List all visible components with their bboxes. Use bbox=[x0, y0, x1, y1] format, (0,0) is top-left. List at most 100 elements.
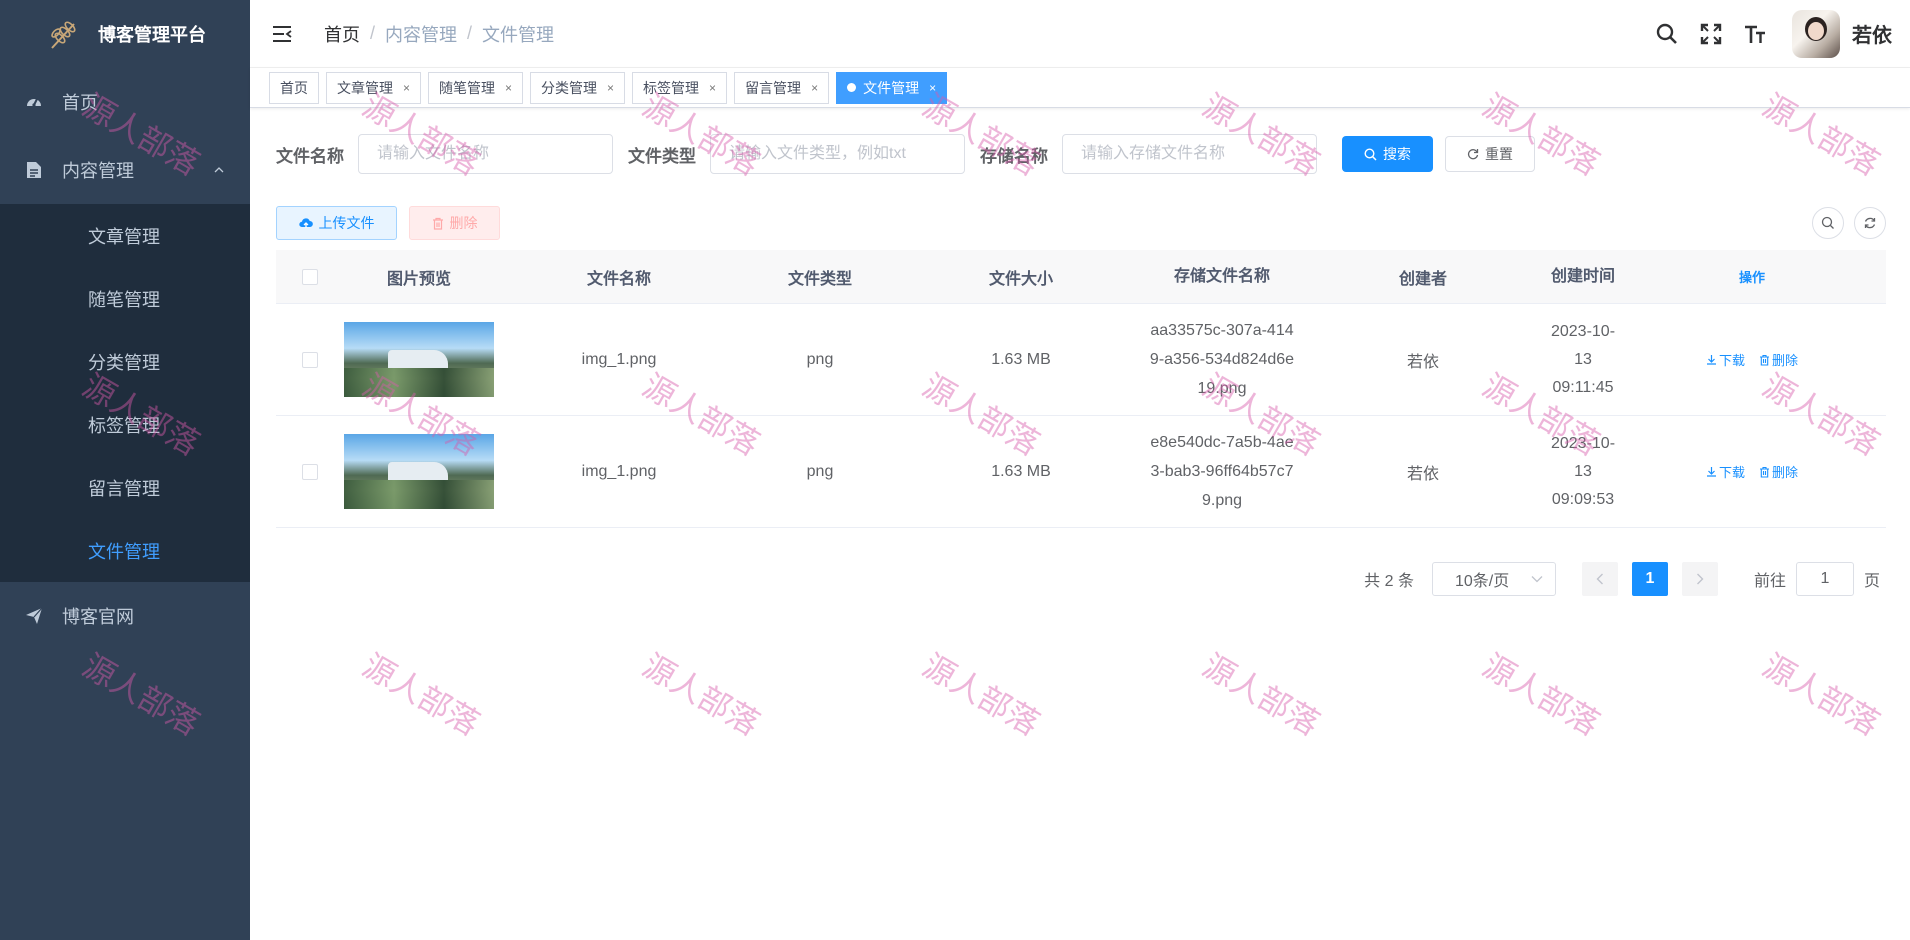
username[interactable]: 若依 bbox=[1852, 19, 1892, 48]
file-type-cell: png bbox=[806, 462, 834, 480]
chevron-down-icon bbox=[1531, 576, 1543, 583]
font-size-icon[interactable] bbox=[1742, 21, 1768, 47]
sidebar-item-label: 首页 bbox=[62, 93, 98, 113]
reset-button-label: 重置 bbox=[1485, 146, 1513, 162]
preview-cell bbox=[344, 434, 494, 509]
search-icon bbox=[1821, 216, 1834, 229]
upload-button[interactable]: 上传文件 bbox=[276, 206, 397, 240]
avatar[interactable] bbox=[1792, 9, 1840, 58]
row-delete-link[interactable]: 删除 bbox=[1759, 462, 1798, 481]
store-name-input[interactable] bbox=[1062, 134, 1317, 174]
sidebar-item-files[interactable]: 文件管理 bbox=[0, 519, 250, 582]
file-name-input[interactable] bbox=[358, 134, 613, 174]
tag-articles[interactable]: 文章管理 × bbox=[326, 71, 422, 104]
delete-button[interactable]: 删除 bbox=[409, 206, 500, 240]
tag-label: 标签管理 bbox=[643, 79, 700, 96]
download-link[interactable]: 下载 bbox=[1706, 350, 1745, 369]
close-icon[interactable]: × bbox=[929, 81, 936, 95]
image-thumbnail[interactable] bbox=[344, 434, 494, 509]
search-icon[interactable] bbox=[1654, 21, 1680, 47]
close-icon[interactable]: × bbox=[811, 81, 818, 95]
create-time-cell: 2023-10-13 09:11:45 bbox=[1550, 322, 1616, 396]
navbar: 首页 / 内容管理 / 文件管理 若依 bbox=[250, 0, 1910, 68]
tag-label: 随笔管理 bbox=[439, 79, 496, 96]
prev-page-button[interactable] bbox=[1581, 562, 1618, 596]
tag-essays[interactable]: 随笔管理 × bbox=[428, 71, 524, 104]
chevron-up-icon bbox=[214, 167, 224, 173]
page-size-value: 10条/页 bbox=[1454, 573, 1510, 590]
tag-label: 分类管理 bbox=[541, 79, 598, 96]
goto-label: 前往 bbox=[1753, 573, 1786, 590]
tags-view: 首页 文章管理 × 随笔管理 × 分类管理 × 标签管理 × 留言管理 × 文件… bbox=[250, 68, 1910, 108]
search-icon bbox=[1364, 147, 1377, 161]
sidebar-item-categories[interactable]: 分类管理 bbox=[0, 330, 250, 393]
image-thumbnail[interactable] bbox=[344, 322, 494, 397]
sidebar: 博客管理平台 首页 内容管理 文章管理 随笔管理 分类管理 标签管理 留言管理 … bbox=[0, 0, 250, 940]
search-button[interactable]: 搜索 bbox=[1342, 136, 1433, 172]
row-delete-link[interactable]: 删除 bbox=[1759, 350, 1798, 369]
row-checkbox[interactable] bbox=[302, 351, 318, 368]
close-icon[interactable]: × bbox=[505, 81, 512, 95]
close-icon[interactable]: × bbox=[709, 81, 716, 95]
file-size-cell: 1.63 MB bbox=[991, 350, 1051, 368]
file-table: 图片预览 文件名称 文件类型 文件大小 存储文件名称 创建者 创建时间 操作 i… bbox=[276, 250, 1886, 528]
document-icon bbox=[24, 160, 44, 180]
header-file-size: 文件大小 bbox=[988, 270, 1053, 288]
hamburger-icon[interactable] bbox=[270, 22, 294, 46]
breadcrumb-item-home[interactable]: 首页 bbox=[324, 21, 360, 47]
sidebar-item-essays[interactable]: 随笔管理 bbox=[0, 267, 250, 330]
header-file-name: 文件名称 bbox=[586, 270, 651, 288]
download-label: 下载 bbox=[1718, 353, 1745, 368]
creator-cell: 若依 bbox=[1406, 353, 1439, 371]
tag-messages[interactable]: 留言管理 × bbox=[734, 71, 830, 104]
fullscreen-icon[interactable] bbox=[1698, 21, 1724, 47]
trash-icon bbox=[432, 217, 443, 230]
header-actions: 操作 bbox=[1738, 270, 1765, 285]
next-page-button[interactable] bbox=[1681, 562, 1718, 596]
active-dot-icon bbox=[847, 83, 857, 92]
header-checkbox-cell bbox=[276, 268, 344, 285]
file-name-cell: img_1.png bbox=[581, 350, 657, 368]
file-type-label: 文件类型 bbox=[628, 146, 696, 166]
row-checkbox[interactable] bbox=[302, 463, 318, 480]
sidebar-item-home[interactable]: 首页 bbox=[0, 68, 250, 136]
breadcrumb-item-files: 文件管理 bbox=[482, 24, 555, 45]
page-size-select[interactable]: 10条/页 bbox=[1431, 562, 1556, 596]
sidebar-item-content[interactable]: 内容管理 bbox=[0, 136, 250, 204]
page-number-current[interactable]: 1 bbox=[1631, 562, 1668, 596]
header-store-name: 存储文件名称 bbox=[1173, 268, 1270, 285]
tag-tags[interactable]: 标签管理 × bbox=[632, 71, 728, 104]
app-title: 博客管理平台 bbox=[98, 25, 206, 45]
breadcrumb-separator: / bbox=[467, 23, 473, 43]
reset-button[interactable]: 重置 bbox=[1445, 136, 1535, 172]
tag-files[interactable]: 文件管理 × bbox=[836, 71, 948, 104]
creator-cell: 若依 bbox=[1406, 465, 1439, 483]
tag-label: 文件管理 bbox=[863, 79, 920, 96]
close-icon[interactable]: × bbox=[403, 81, 410, 95]
toggle-search-button[interactable] bbox=[1812, 207, 1844, 239]
file-type-input[interactable] bbox=[710, 134, 965, 174]
create-time-cell: 2023-10-13 09:09:53 bbox=[1550, 434, 1616, 508]
tag-home[interactable]: 首页 bbox=[269, 71, 319, 104]
select-all-checkbox[interactable] bbox=[302, 268, 318, 285]
logo[interactable]: 博客管理平台 bbox=[0, 0, 250, 68]
tag-label: 首页 bbox=[280, 79, 308, 96]
page-unit-label: 页 bbox=[1863, 573, 1880, 590]
table-header-row: 图片预览 文件名称 文件类型 文件大小 存储文件名称 创建者 创建时间 操作 bbox=[276, 250, 1886, 304]
delete-button-label: 删除 bbox=[449, 215, 478, 231]
download-link[interactable]: 下载 bbox=[1706, 462, 1745, 481]
header-file-type: 文件类型 bbox=[787, 270, 852, 288]
search-button-label: 搜索 bbox=[1383, 146, 1411, 162]
goto-page-input[interactable] bbox=[1795, 562, 1854, 596]
sidebar-item-messages[interactable]: 留言管理 bbox=[0, 456, 250, 519]
sidebar-item-tags[interactable]: 标签管理 bbox=[0, 393, 250, 456]
breadcrumb-separator: / bbox=[370, 23, 376, 43]
refresh-button[interactable] bbox=[1854, 207, 1886, 239]
send-icon bbox=[24, 606, 44, 626]
sidebar-item-blog-site[interactable]: 博客官网 bbox=[0, 582, 250, 650]
pagination-total: 共 2 条 bbox=[1364, 573, 1414, 590]
download-icon bbox=[1706, 355, 1716, 365]
close-icon[interactable]: × bbox=[607, 81, 614, 95]
tag-categories[interactable]: 分类管理 × bbox=[530, 71, 626, 104]
sidebar-item-articles[interactable]: 文章管理 bbox=[0, 204, 250, 267]
